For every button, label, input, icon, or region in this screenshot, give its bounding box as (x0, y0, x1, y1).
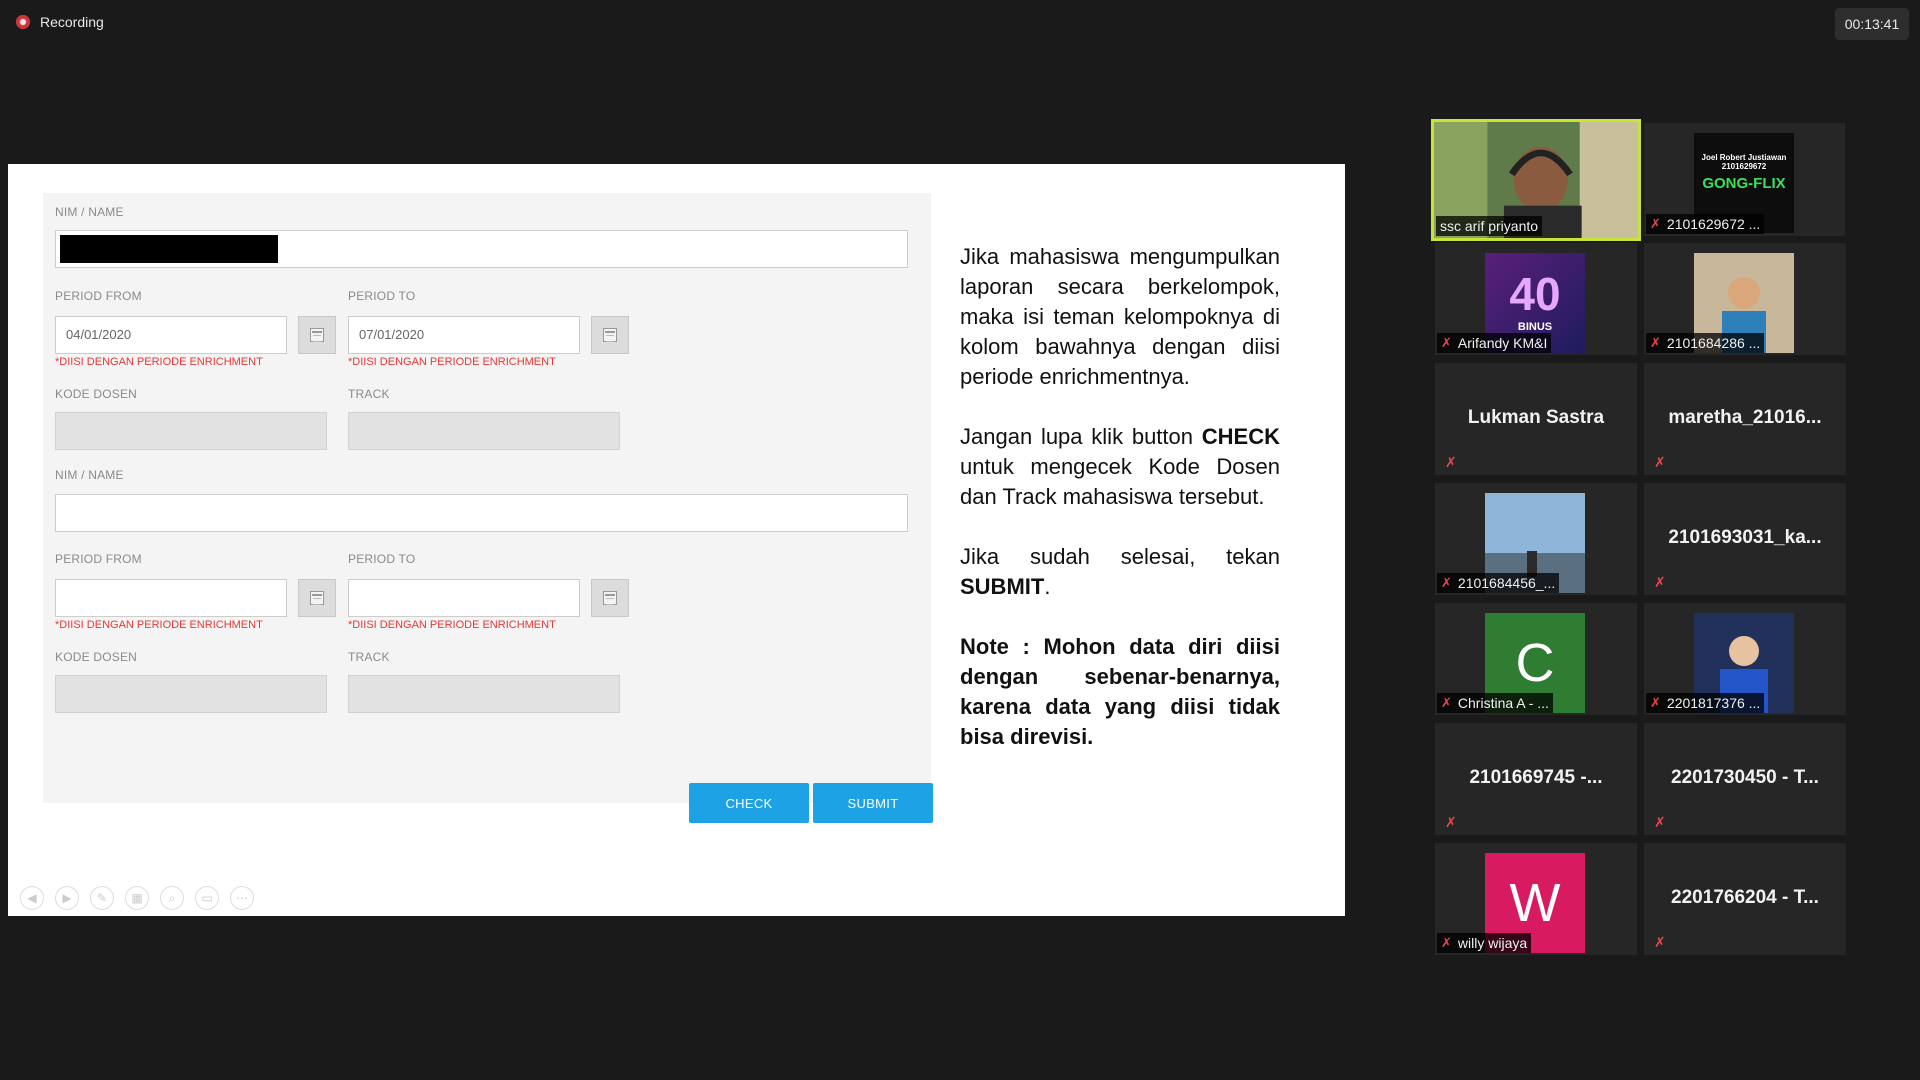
participant-tile[interactable]: ✗ 2201817376 ... (1644, 603, 1846, 715)
participant-tile-active-speaker[interactable]: ssc arif priyanto (1431, 119, 1641, 241)
track-field-2 (348, 675, 620, 713)
participant-tile[interactable]: C ✗ Christina A - ... (1435, 603, 1637, 715)
instruction-note: Note : Mohon data diri diisi dengan sebe… (960, 634, 1280, 749)
nim-name-input-1[interactable] (55, 230, 908, 268)
calendar-button-from-1[interactable] (298, 316, 336, 354)
nim-name-label: NIM / NAME (55, 205, 124, 219)
participant-tile[interactable]: ✗ 2101684286 ... (1644, 243, 1846, 355)
period-from-input-2[interactable] (55, 579, 287, 617)
muted-mic-icon: ✗ (1650, 695, 1661, 710)
participant-name-label: ✗ willy wijaya (1437, 933, 1532, 953)
track-label: TRACK (348, 650, 390, 664)
calendar-icon (310, 328, 324, 342)
calendar-icon (603, 328, 617, 342)
period-from-input-1[interactable]: 04/01/2020 (55, 316, 287, 354)
participant-name-label: ✗ 2101684286 ... (1646, 333, 1765, 353)
period-to-input-1[interactable]: 07/01/2020 (348, 316, 580, 354)
participant-tile[interactable]: 2201766204 - T... ✗ (1644, 843, 1846, 955)
participant-name-display: 2201730450 - T... (1671, 767, 1819, 788)
participant-tile[interactable]: Joel Robert Justiawan 2101629672 GONG-FL… (1644, 123, 1845, 236)
nim-name-label: NIM / NAME (55, 468, 124, 482)
enrichment-form: NIM / NAME PERIOD FROM 04/01/2020 *DIISI… (43, 193, 933, 823)
muted-mic-icon: ✗ (1441, 335, 1452, 350)
muted-mic-icon: ✗ (1650, 216, 1661, 231)
participant-tile[interactable]: W ✗ willy wijaya (1435, 843, 1637, 955)
calendar-button-to-1[interactable] (591, 316, 629, 354)
participant-name-display: Lukman Sastra (1467, 407, 1605, 428)
participant-tile[interactable]: 2201730450 - T... ✗ (1644, 723, 1846, 835)
kode-dosen-label: KODE DOSEN (55, 387, 138, 401)
kode-dosen-label: KODE DOSEN (55, 650, 138, 664)
muted-mic-icon: ✗ (1445, 454, 1457, 470)
participant-tile[interactable]: 2101669745 -... ✗ (1435, 723, 1637, 835)
muted-mic-icon: ✗ (1441, 935, 1452, 950)
participant-name-display: 2101669745 -... (1469, 767, 1603, 788)
more-options-icon[interactable]: ⋯ (230, 886, 254, 910)
meeting-timer: 00:13:41 (1835, 8, 1909, 40)
recording-icon (16, 15, 30, 29)
muted-mic-icon: ✗ (1654, 454, 1666, 470)
participant-name-display: 2201766204 - T... (1671, 887, 1819, 908)
period-to-label: PERIOD TO (348, 289, 416, 303)
pen-icon[interactable]: ✎ (90, 886, 114, 910)
calendar-icon (310, 591, 324, 605)
participant-name-label: ✗ 2101629672 ... (1646, 214, 1765, 234)
participant-tile[interactable]: 2101693031_ka... ✗ (1644, 483, 1846, 595)
slides-icon[interactable]: ▦ (125, 886, 149, 910)
nim-name-input-2[interactable] (55, 494, 908, 532)
recording-indicator: Recording (16, 14, 104, 30)
next-slide-icon[interactable]: ▶ (55, 886, 79, 910)
recording-label: Recording (40, 14, 104, 30)
period-to-hint-2: *DIISI DENGAN PERIODE ENRICHMENT (348, 619, 556, 631)
calendar-button-to-2[interactable] (591, 579, 629, 617)
participant-name-display: maretha_21016... (1668, 407, 1822, 428)
track-label: TRACK (348, 387, 390, 401)
participant-name-label: ✗ 2101684456_... (1437, 573, 1560, 593)
muted-mic-icon: ✗ (1650, 335, 1661, 350)
muted-mic-icon: ✗ (1445, 814, 1457, 830)
period-to-hint-1: *DIISI DENGAN PERIODE ENRICHMENT (348, 356, 556, 368)
instruction-paragraph-1: Jika mahasiswa mengumpulkan laporan seca… (960, 244, 1280, 389)
previous-slide-icon[interactable]: ◀ (20, 886, 44, 910)
participant-name-display: 2101693031_ka... (1668, 527, 1822, 548)
muted-mic-icon: ✗ (1654, 814, 1666, 830)
participant-name-label: ssc arif priyanto (1436, 216, 1543, 236)
screen-icon[interactable]: ▭ (195, 886, 219, 910)
zoom-icon[interactable]: ⌕ (160, 886, 184, 910)
calendar-icon (603, 591, 617, 605)
instruction-paragraph-2: Jangan lupa klik button CHECK untuk meng… (960, 424, 1280, 509)
muted-mic-icon: ✗ (1654, 574, 1666, 590)
instruction-paragraph-3: Jika sudah selesai, tekan SUBMIT. (960, 544, 1280, 599)
period-from-hint-2: *DIISI DENGAN PERIODE ENRICHMENT (55, 619, 263, 631)
muted-mic-icon: ✗ (1441, 575, 1452, 590)
period-from-label: PERIOD FROM (55, 552, 142, 566)
participant-tile[interactable]: ✗ 2101684456_... (1435, 483, 1637, 595)
participant-name-label: ✗ Christina A - ... (1437, 693, 1553, 713)
period-from-label: PERIOD FROM (55, 289, 142, 303)
kode-dosen-field-2 (55, 675, 327, 713)
calendar-button-from-2[interactable] (298, 579, 336, 617)
shared-screen: NIM / NAME PERIOD FROM 04/01/2020 *DIISI… (8, 164, 1345, 916)
participant-tile[interactable]: maretha_21016... ✗ (1644, 363, 1846, 475)
participant-name-label: ✗ Arifandy KM&I (1437, 333, 1552, 353)
instruction-text: Jika mahasiswa mengumpulkan laporan seca… (960, 242, 1280, 782)
slideshow-controls: ◀ ▶ ✎ ▦ ⌕ ▭ ⋯ (20, 886, 254, 910)
track-field-1 (348, 412, 620, 450)
redacted-name (60, 235, 278, 263)
submit-button[interactable]: SUBMIT (813, 783, 933, 823)
check-button[interactable]: CHECK (689, 783, 809, 823)
muted-mic-icon: ✗ (1654, 934, 1666, 950)
muted-mic-icon: ✗ (1441, 695, 1452, 710)
kode-dosen-field-1 (55, 412, 327, 450)
participant-name-label: ✗ 2201817376 ... (1646, 693, 1765, 713)
participant-tile[interactable]: Lukman Sastra ✗ (1435, 363, 1637, 475)
period-to-label: PERIOD TO (348, 552, 416, 566)
period-from-hint-1: *DIISI DENGAN PERIODE ENRICHMENT (55, 356, 263, 368)
participant-tile[interactable]: 40 BINUS ✗ Arifandy KM&I (1435, 243, 1637, 355)
period-to-input-2[interactable] (348, 579, 580, 617)
